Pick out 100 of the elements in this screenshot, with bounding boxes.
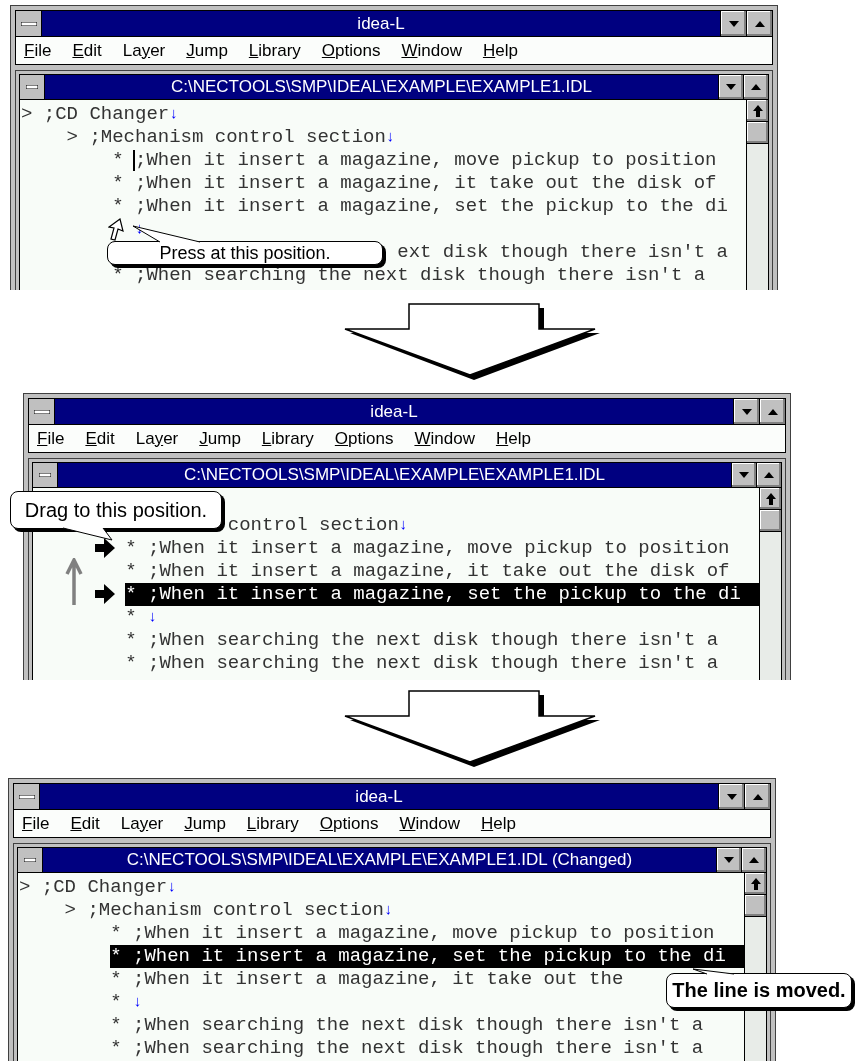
up-arrow-icon xyxy=(750,877,761,890)
callout-tail xyxy=(132,225,201,243)
minimize-button[interactable] xyxy=(718,75,743,99)
scroll-up-button[interactable] xyxy=(760,488,781,510)
code-line[interactable]: > ;CD Changer↓ xyxy=(21,103,179,126)
window-title: idea-L xyxy=(354,785,404,808)
menu-item[interactable]: File xyxy=(37,428,65,449)
scroll-up-button[interactable] xyxy=(747,100,768,122)
menu-item[interactable]: Jump xyxy=(184,813,226,834)
callout-tail xyxy=(62,527,113,541)
document-title: C:\NECTOOLS\SMP\IDEAL\EXAMPLE\EXAMPLE1.IDL xyxy=(169,76,594,98)
up-triangle-icon xyxy=(764,472,774,478)
menu-item[interactable]: Library xyxy=(246,813,299,834)
minimize-button[interactable] xyxy=(731,463,756,487)
maximize-button[interactable] xyxy=(741,848,766,872)
menu-item[interactable]: Help xyxy=(480,813,516,834)
down-triangle-icon xyxy=(726,84,736,90)
scrollbar-thumb[interactable] xyxy=(760,510,781,532)
menu-item[interactable]: Window xyxy=(414,428,475,449)
dash-icon xyxy=(26,85,38,89)
scrollbar-thumb[interactable] xyxy=(747,122,768,144)
down-triangle-icon xyxy=(739,472,749,478)
menu-item[interactable]: Library xyxy=(261,428,314,449)
menu-item[interactable]: Layer xyxy=(135,428,179,449)
document-title: C:\NECTOOLS\SMP\IDEAL\EXAMPLE\EXAMPLE1.IDL xyxy=(182,464,607,486)
system-menu-button[interactable] xyxy=(14,784,40,809)
system-menu-button[interactable] xyxy=(20,75,45,99)
menu-item[interactable]: Layer xyxy=(120,813,164,834)
code-line[interactable]: * ;When it insert a magazine, set the pickup to the di xyxy=(112,195,728,218)
up-triangle-icon xyxy=(749,857,759,863)
scrollbar-thumb[interactable] xyxy=(745,895,766,917)
code-line[interactable]: * ;When it insert a magazine, it take out the xyxy=(110,968,624,991)
up-triangle-icon xyxy=(752,793,763,800)
menu-item[interactable]: Options xyxy=(319,813,379,834)
menu-item[interactable]: Edit xyxy=(85,428,115,449)
code-line: control section↓ xyxy=(227,514,408,537)
code-line[interactable]: * ;When it insert a magazine, it take out the disk of xyxy=(95,560,730,583)
menu-item[interactable]: File xyxy=(24,40,52,61)
menu-item[interactable]: Edit xyxy=(70,813,100,834)
up-arrow-icon xyxy=(65,558,83,606)
menu-item[interactable]: Library xyxy=(248,40,301,61)
down-triangle-icon xyxy=(728,20,739,27)
system-menu-button[interactable] xyxy=(16,11,42,36)
menu-item[interactable]: Edit xyxy=(72,40,102,61)
dash-icon xyxy=(39,473,51,477)
dash-icon xyxy=(33,409,50,414)
code-line[interactable]: > ;Mechanism control section↓ xyxy=(66,126,395,149)
menu-item[interactable]: Help xyxy=(482,40,518,61)
maximize-button[interactable] xyxy=(756,463,781,487)
menu-item[interactable]: Options xyxy=(321,40,381,61)
up-triangle-icon xyxy=(767,408,778,415)
code-line[interactable]: * ;When searching the next disk though there isn't a xyxy=(95,629,719,652)
menu-item[interactable]: Jump xyxy=(186,40,228,61)
menu-item[interactable]: Window xyxy=(401,40,462,61)
code-line[interactable]: > ;CD Changer↓ xyxy=(19,876,177,899)
right-arrow-icon xyxy=(95,584,116,604)
code-line[interactable]: > ;Mechanism control section↓ xyxy=(64,899,393,922)
menu-item[interactable]: File xyxy=(22,813,50,834)
code-line[interactable]: * ;When searching the next disk though there isn't a xyxy=(95,652,719,675)
up-triangle-icon xyxy=(751,84,761,90)
code-line[interactable]: * ;When it insert a magazine, move pickup to position xyxy=(95,537,730,560)
maximize-button[interactable] xyxy=(759,399,785,424)
document-title: C:\NECTOOLS\SMP\IDEAL\EXAMPLE\EXAMPLE1.IDL (Changed) xyxy=(125,849,634,871)
right-arrow-icon xyxy=(95,538,116,558)
dash-icon xyxy=(20,21,37,26)
window-title: idea-L xyxy=(369,400,419,423)
maximize-button[interactable] xyxy=(743,75,768,99)
down-triangle-icon xyxy=(724,857,734,863)
minimize-button[interactable] xyxy=(720,11,746,36)
code-line[interactable]: * ;When it insert a magazine, it take out the disk of xyxy=(112,172,717,195)
mouse-pointer-icon xyxy=(108,218,127,241)
maximize-button[interactable] xyxy=(746,11,772,36)
maximize-button[interactable] xyxy=(744,784,770,809)
code-line[interactable]: * ;When searching the next disk though there isn't a xyxy=(110,1037,704,1060)
system-menu-button[interactable] xyxy=(33,463,58,487)
minimize-button[interactable] xyxy=(716,848,741,872)
menu-item[interactable]: Help xyxy=(495,428,531,449)
dash-icon xyxy=(18,794,35,799)
callout-tooltip: The line is moved. xyxy=(666,973,852,1008)
system-menu-button[interactable] xyxy=(29,399,55,424)
code-line[interactable]: * ↓ xyxy=(110,991,142,1014)
menu-item[interactable]: Jump xyxy=(199,428,241,449)
up-arrow-icon xyxy=(765,492,776,505)
dash-icon xyxy=(24,858,36,862)
scrollbar[interactable] xyxy=(746,100,768,290)
callout-tail xyxy=(692,968,735,975)
menu-item[interactable]: Layer xyxy=(122,40,166,61)
scroll-up-button[interactable] xyxy=(745,873,766,895)
code-line[interactable]: * ;When it insert a magazine, move pickup to position xyxy=(110,922,715,945)
menu-item[interactable]: Options xyxy=(334,428,394,449)
minimize-button[interactable] xyxy=(718,784,744,809)
scrollbar[interactable] xyxy=(759,488,781,680)
code-line[interactable]: * ;When it insert a magazine, move pickup to position xyxy=(112,149,717,172)
code-line[interactable]: * ↓ xyxy=(95,606,157,629)
code-line[interactable]: * ;When searching the next disk though there isn't a xyxy=(110,1014,704,1037)
minimize-button[interactable] xyxy=(733,399,759,424)
system-menu-button[interactable] xyxy=(18,848,43,872)
up-triangle-icon xyxy=(754,20,765,27)
menu-item[interactable]: Window xyxy=(399,813,460,834)
window-title: idea-L xyxy=(356,12,406,35)
